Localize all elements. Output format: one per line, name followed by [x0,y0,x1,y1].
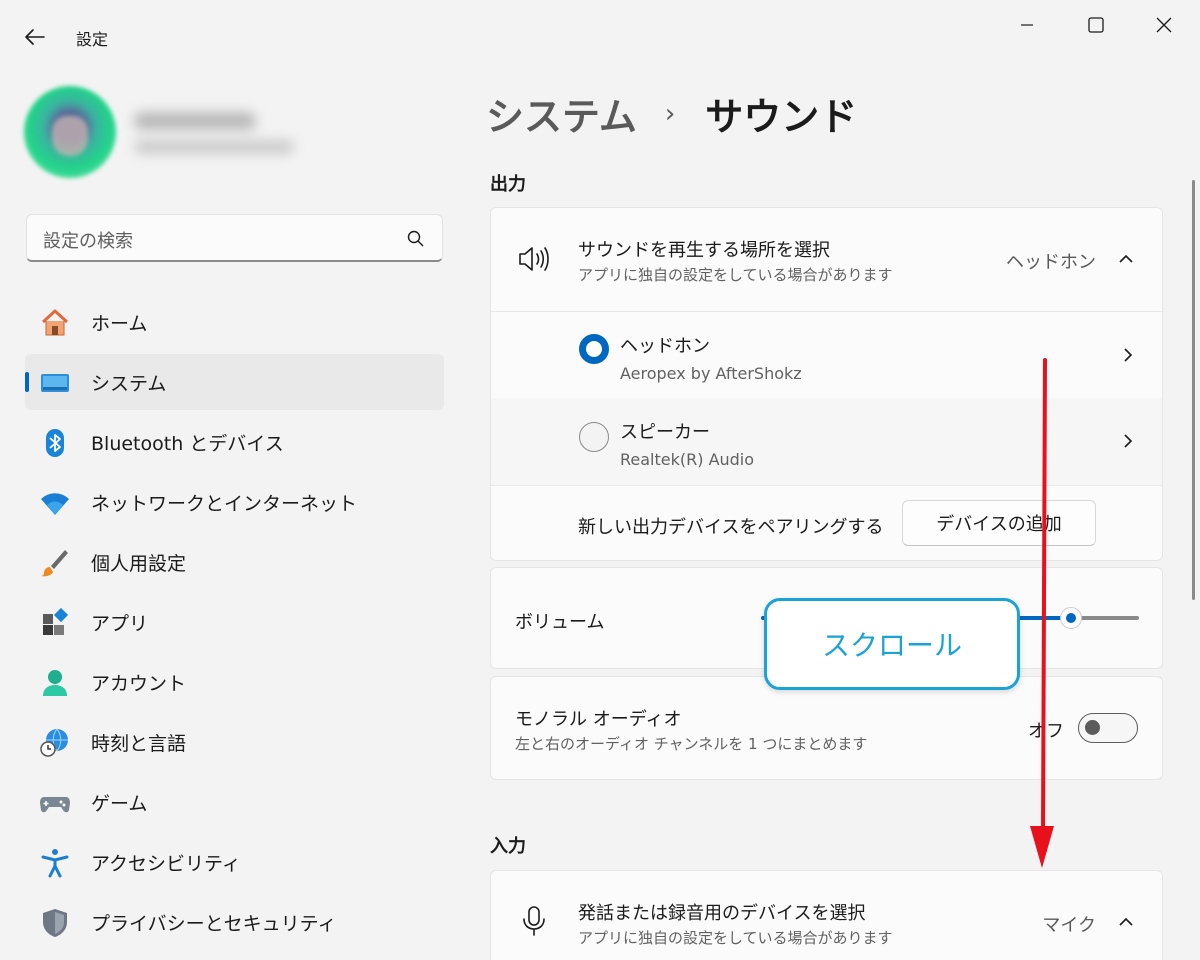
breadcrumb: システム › サウンド [486,86,857,141]
brush-icon [39,548,71,578]
mono-audio-subtitle: 左と右のオーディオ チャンネルを 1 つにまとめます [515,735,868,753]
radio-selected[interactable] [579,334,609,364]
mono-audio-title: モノラル オーディオ [515,709,682,730]
output-select-subtitle: アプリに独自の設定をしている場合があります [578,266,893,284]
scroll-annotation-callout: スクロール [764,598,1020,690]
sidebar-item-time-language[interactable]: 時刻と言語 [25,714,444,770]
section-title-output: 出力 [490,174,526,195]
sidebar-item-label: Bluetooth とデバイス [91,432,284,455]
sidebar-item-label: 時刻と言語 [91,732,187,755]
search-placeholder: 設定の検索 [43,231,133,252]
input-select-title: 発話または録音用のデバイスを選択 [578,903,866,924]
sidebar-item-label: アクセシビリティ [91,852,241,875]
maximize-icon[interactable] [1083,12,1109,38]
home-icon [39,308,71,338]
output-device-card: サウンドを再生する場所を選択 アプリに独自の設定をしている場合があります ヘッド… [490,207,1163,561]
mono-audio-toggle[interactable] [1078,713,1138,743]
breadcrumb-separator: › [664,98,676,129]
sidebar-item-apps[interactable]: アプリ [25,594,444,650]
device-detail: Realtek(R) Audio [620,450,755,469]
volume-label: ボリューム [515,612,605,633]
sidebar-item-label: ホーム [91,312,148,335]
add-device-button[interactable]: デバイスの追加 [902,500,1096,546]
microphone-icon [521,905,547,941]
wifi-icon [39,488,71,518]
sidebar-item-personalization[interactable]: 個人用設定 [25,534,444,590]
sidebar-item-network[interactable]: ネットワークとインターネット [25,474,444,530]
input-device-card: 発話または録音用のデバイスを選択 アプリに独自の設定をしている場合があります マ… [490,870,1163,960]
search-input[interactable]: 設定の検索 [26,214,443,262]
breadcrumb-parent[interactable]: システム [486,86,637,141]
mono-audio-card: モノラル オーディオ 左と右のオーディオ チャンネルを 1 つにまとめます オフ [490,676,1163,780]
account-icon [39,668,71,698]
chevron-right-icon[interactable] [1119,346,1137,364]
scroll-down-arrow-icon [1022,356,1062,872]
speaker-icon [517,244,551,278]
sidebar-item-label: システム [91,372,167,395]
sidebar-nav: ホーム システム Bluetooth とデバイス ネットワークとインターネット … [25,294,444,954]
chevron-right-icon[interactable] [1119,432,1137,450]
bluetooth-icon [39,428,71,458]
accessibility-icon [39,848,71,878]
sidebar-item-label: プライバシーとセキュリティ [91,912,337,935]
shield-icon [39,908,71,938]
chevron-up-icon[interactable] [1117,913,1135,931]
sidebar-item-label: アカウント [91,672,187,695]
sidebar-item-gaming[interactable]: ゲーム [25,774,444,830]
pair-device-label: 新しい出力デバイスをペアリングする [578,517,884,538]
sidebar-item-bluetooth[interactable]: Bluetooth とデバイス [25,414,444,470]
device-detail: Aeropex by AfterShokz [620,364,802,383]
sidebar-item-label: ゲーム [91,792,148,815]
minimize-icon[interactable] [1014,12,1040,38]
sidebar-item-accessibility[interactable]: アクセシビリティ [25,834,444,890]
sidebar-item-label: アプリ [91,612,149,635]
sidebar-item-system[interactable]: システム [25,354,444,410]
sidebar-item-label: 個人用設定 [91,552,187,575]
search-icon [406,229,426,249]
page-title: サウンド [705,95,858,139]
input-select-header[interactable]: 発話または録音用のデバイスを選択 アプリに独自の設定をしている場合があります マ… [491,871,1162,960]
device-name: スピーカー [620,422,710,443]
account-name-redacted [134,112,256,130]
app-title: 設定 [76,30,109,49]
gamepad-icon [39,788,71,818]
chevron-up-icon[interactable] [1117,250,1135,268]
scrollbar[interactable] [1192,180,1195,600]
system-icon [39,368,71,398]
section-title-input: 入力 [490,836,526,857]
radio-unselected[interactable] [579,422,609,452]
avatar[interactable] [24,86,116,178]
volume-slider-thumb[interactable] [1060,607,1082,629]
sidebar-item-label: ネットワークとインターネット [91,492,358,515]
back-arrow-icon[interactable] [22,24,48,50]
input-select-value: マイク [1042,915,1096,936]
device-name: ヘッドホン [620,336,710,357]
close-icon[interactable] [1151,12,1177,38]
output-select-header[interactable]: サウンドを再生する場所を選択 アプリに独自の設定をしている場合があります ヘッド… [491,208,1162,311]
sidebar-item-privacy[interactable]: プライバシーとセキュリティ [25,894,444,950]
apps-icon [39,608,71,638]
globe-clock-icon [39,728,71,758]
sidebar-item-accounts[interactable]: アカウント [25,654,444,710]
output-select-value: ヘッドホン [1006,252,1096,273]
input-select-subtitle: アプリに独自の設定をしている場合があります [578,929,893,947]
output-select-title: サウンドを再生する場所を選択 [578,240,830,261]
sidebar-item-home[interactable]: ホーム [25,294,444,350]
account-email-redacted [134,140,294,154]
